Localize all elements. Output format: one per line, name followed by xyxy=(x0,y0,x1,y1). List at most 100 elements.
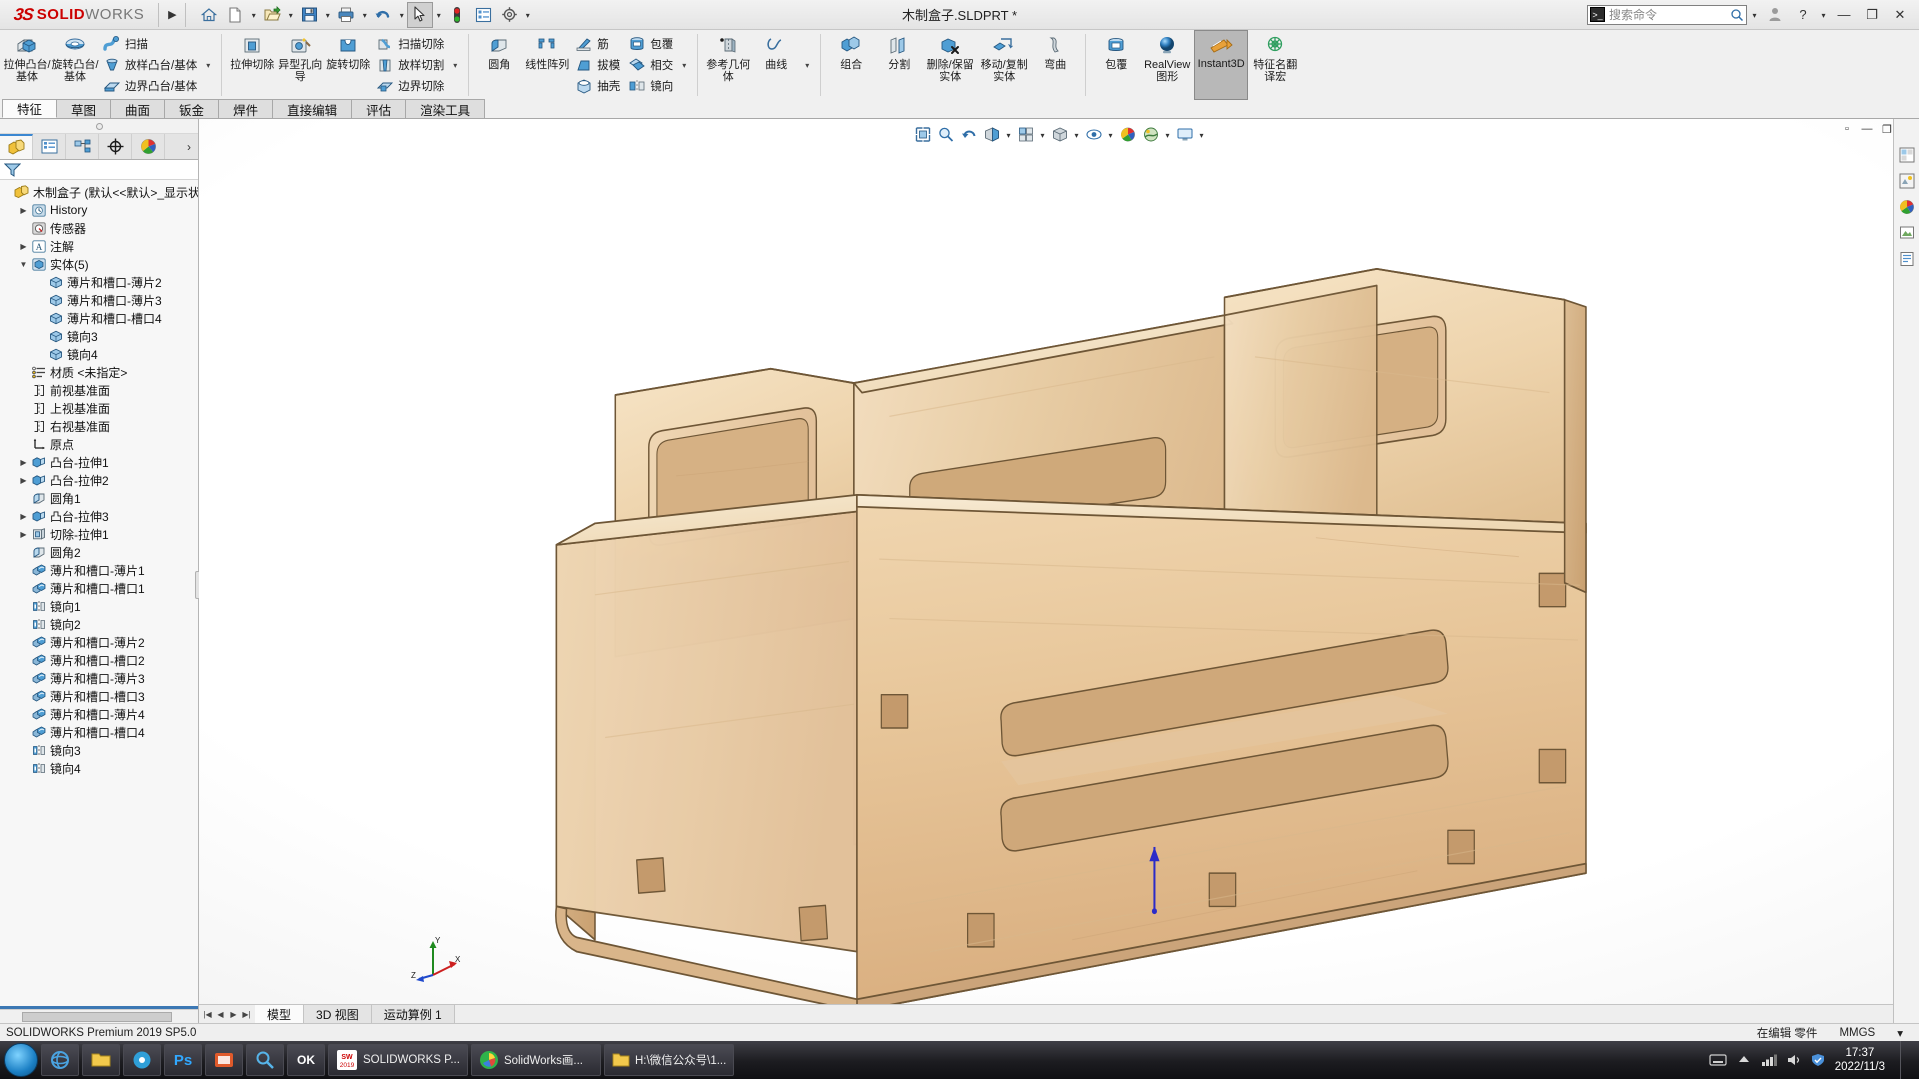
open-document-caret[interactable]: ▾ xyxy=(285,2,296,28)
ribbon-draft-button[interactable]: 拔模 xyxy=(571,54,624,75)
tree-expand-arrow-icon[interactable]: ▶ xyxy=(17,458,30,467)
ribbon-move-copy-body-button[interactable]: 移动/复制实体 xyxy=(977,30,1031,100)
ribbon-wrap-button[interactable]: 包覆 xyxy=(624,33,677,54)
view-palette-icon[interactable] xyxy=(1897,145,1917,165)
tree-node[interactable]: 镜向3 xyxy=(0,741,198,759)
ribbon-delete-keep-body-button[interactable]: 删除/保留实体 xyxy=(923,30,977,100)
property-manager-tab[interactable] xyxy=(33,134,66,159)
scenes-icon[interactable] xyxy=(1897,197,1917,217)
user-account-icon[interactable] xyxy=(1762,2,1788,28)
tree-node[interactable]: 薄片和槽口-薄片3 xyxy=(0,669,198,687)
restore-button[interactable]: ❐ xyxy=(1859,2,1885,28)
custom-properties-icon[interactable] xyxy=(1897,249,1917,269)
show-desktop-button[interactable] xyxy=(1900,1041,1907,1079)
tree-node[interactable]: 镜向1 xyxy=(0,597,198,615)
tree-node[interactable]: 前视基准面 xyxy=(0,381,198,399)
ribbon-curves-button[interactable]: 曲线 xyxy=(752,30,800,100)
appearances-icon[interactable] xyxy=(1897,171,1917,191)
view-orientation-icon[interactable] xyxy=(1015,123,1037,145)
hide-show-caret[interactable]: ▾ xyxy=(1106,123,1116,145)
print-caret[interactable]: ▾ xyxy=(359,2,370,28)
save-icon[interactable] xyxy=(296,2,322,28)
toolbar-expand-arrow[interactable]: ▶ xyxy=(163,2,181,28)
previous-view-icon[interactable] xyxy=(958,123,980,145)
ribbon-feature-name-translate-button[interactable]: 特征名翻译宏 xyxy=(1248,30,1302,100)
ribbon-loft-boss-button[interactable]: 放样凸台/基体 xyxy=(99,54,201,75)
tree-node[interactable]: ▶凸台-拉伸2 xyxy=(0,471,198,489)
graphics-area[interactable]: ▾ ▾ ▾ ▾ ▾ xyxy=(199,119,1919,1023)
tree-node[interactable]: 镜向4 xyxy=(0,759,198,777)
tree-node[interactable]: 镜向2 xyxy=(0,615,198,633)
home-icon[interactable] xyxy=(196,2,222,28)
ribbon-features-caret[interactable]: ▾ xyxy=(677,30,691,100)
select-cursor-icon[interactable] xyxy=(407,2,433,28)
tab-nav-prev[interactable]: ◀ xyxy=(214,1010,227,1019)
ribbon-boss-base-caret[interactable]: ▾ xyxy=(201,30,215,100)
ribbon-tab-features[interactable]: 特征 xyxy=(2,99,57,118)
ribbon-flex-button[interactable]: 弯曲 xyxy=(1031,30,1079,100)
start-orb[interactable] xyxy=(4,1043,38,1077)
ribbon-sweep-button[interactable]: 扫描 xyxy=(99,33,201,54)
ribbon-wrap2-button[interactable]: 包覆 xyxy=(1092,30,1140,100)
tree-node[interactable]: 薄片和槽口-槽口3 xyxy=(0,687,198,705)
display-style-icon[interactable] xyxy=(1049,123,1071,145)
tree-node[interactable]: 薄片和槽口-槽口4 xyxy=(0,723,198,741)
tree-expand-arrow-icon[interactable]: ▶ xyxy=(17,476,30,485)
tree-node[interactable]: 薄片和槽口-薄片3 xyxy=(0,291,198,309)
taskbar-app-5[interactable] xyxy=(205,1044,243,1076)
options-list-icon[interactable] xyxy=(470,2,496,28)
ribbon-instant3d-button[interactable]: Instant3D xyxy=(1194,30,1248,100)
ribbon-linear-pattern-button[interactable]: 线性阵列 xyxy=(523,30,571,100)
ribbon-tab-direct-editing[interactable]: 直接编辑 xyxy=(272,99,352,118)
taskbar-solidworks-drawing[interactable]: SolidWorks画... xyxy=(471,1044,601,1076)
help-button[interactable]: ? xyxy=(1790,2,1816,28)
search-caret[interactable]: ▾ xyxy=(1749,2,1760,28)
settings-caret[interactable]: ▾ xyxy=(522,2,533,28)
feature-manager-tab[interactable] xyxy=(0,134,33,159)
taskbar-folder-window[interactable]: H:\微信公众号\1... xyxy=(604,1044,734,1076)
print-icon[interactable] xyxy=(333,2,359,28)
status-units[interactable]: MMGS xyxy=(1839,1027,1875,1039)
taskbar-clock[interactable]: 17:37 2022/11/3 xyxy=(1835,1046,1891,1074)
ribbon-revolve-cut-button[interactable]: 旋转切除 xyxy=(324,30,372,100)
tab-nav-last[interactable]: ▶| xyxy=(240,1010,253,1019)
ribbon-tab-surfaces[interactable]: 曲面 xyxy=(110,99,165,118)
doc-restore-down-button[interactable]: ▫ xyxy=(1839,121,1855,137)
ribbon-cut-caret[interactable]: ▾ xyxy=(448,30,462,100)
ribbon-tab-sketch[interactable]: 草图 xyxy=(56,99,111,118)
ribbon-combine-button[interactable]: 组合 xyxy=(827,30,875,100)
tree-filter-bar[interactable] xyxy=(0,160,198,180)
view-tab-nav[interactable]: |◀ ◀ ▶ ▶| xyxy=(199,1005,255,1023)
ribbon-hole-wizard-button[interactable]: 异型孔向导 xyxy=(276,30,324,100)
new-document-icon[interactable] xyxy=(222,2,248,28)
view-settings-icon[interactable] xyxy=(1174,123,1196,145)
apply-scene-icon[interactable] xyxy=(1140,123,1162,145)
tree-expand-arrow-icon[interactable]: ▶ xyxy=(17,530,30,539)
view-tab-model[interactable]: 模型 xyxy=(255,1005,304,1023)
view-orientation-caret[interactable]: ▾ xyxy=(1038,123,1048,145)
hide-show-items-icon[interactable] xyxy=(1083,123,1105,145)
search-input[interactable]: >_ 搜索命令 xyxy=(1587,5,1747,25)
configuration-manager-tab[interactable] xyxy=(66,134,99,159)
ribbon-tab-render-tools[interactable]: 渲染工具 xyxy=(405,99,485,118)
scrollbar-thumb[interactable] xyxy=(22,1012,172,1022)
tree-node[interactable]: 木制盒子 (默认<<默认>_显示状态 1>) xyxy=(0,183,198,201)
tree-node[interactable]: 右视基准面 xyxy=(0,417,198,435)
taskbar-media[interactable] xyxy=(123,1044,161,1076)
ribbon-extrude-cut-button[interactable]: 拉伸切除 xyxy=(228,30,276,100)
tree-node[interactable]: 镜向4 xyxy=(0,345,198,363)
new-document-caret[interactable]: ▾ xyxy=(248,2,259,28)
ribbon-realview-button[interactable]: RealView 图形 xyxy=(1140,30,1194,100)
zoom-to-fit-icon[interactable] xyxy=(912,123,934,145)
ribbon-mirror-button[interactable]: 镜向 xyxy=(624,75,677,96)
ribbon-tab-evaluate[interactable]: 评估 xyxy=(351,99,406,118)
ribbon-fillet-button[interactable]: 圆角 xyxy=(475,30,523,100)
tree-node[interactable]: ▼实体(5) xyxy=(0,255,198,273)
tree-node[interactable]: 传感器 xyxy=(0,219,198,237)
ribbon-revolve-boss-button[interactable]: 旋转凸台/基体 xyxy=(51,30,99,100)
ribbon-reference-geometry-button[interactable]: 参考几何体 xyxy=(704,30,752,100)
apply-scene-caret[interactable]: ▾ xyxy=(1163,123,1173,145)
select-caret[interactable]: ▾ xyxy=(433,2,444,28)
edit-appearance-icon[interactable] xyxy=(1117,123,1139,145)
help-caret[interactable]: ▾ xyxy=(1818,2,1829,28)
